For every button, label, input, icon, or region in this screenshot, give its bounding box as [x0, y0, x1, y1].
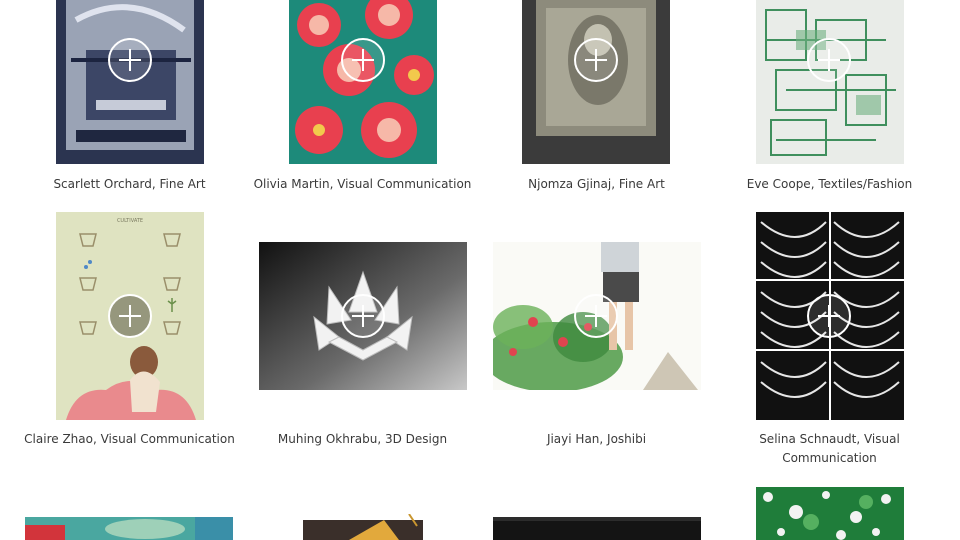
plus-circle-icon[interactable] [108, 294, 152, 338]
textile-sample-image [756, 0, 904, 164]
plus-circle-icon[interactable] [341, 38, 385, 82]
floral-collage-image [289, 0, 437, 164]
artwork-caption[interactable]: Eve Coope, Textiles/Fashion [713, 175, 946, 194]
plus-circle-icon[interactable] [108, 38, 152, 82]
artwork-thumbnail[interactable] [756, 487, 904, 540]
dark-photo-image [493, 517, 701, 540]
artwork-caption[interactable]: Olivia Martin, Visual Communication [246, 175, 479, 194]
cyanotype-image [56, 0, 204, 164]
artwork-thumbnail[interactable] [493, 517, 701, 540]
artwork-gallery: Scarlett Orchard, Fine Art Olivia Martin… [0, 0, 960, 540]
print-artwork-image [522, 0, 670, 164]
artwork-caption[interactable]: Claire Zhao, Visual Communication [13, 430, 246, 449]
illustration-image [289, 514, 437, 540]
artwork-thumbnail[interactable] [522, 0, 670, 164]
artwork-thumbnail[interactable] [25, 517, 233, 540]
plus-circle-icon[interactable] [574, 294, 618, 338]
plus-circle-icon[interactable] [807, 294, 851, 338]
artwork-caption[interactable]: Selina Schnaudt, Visual Communication [713, 430, 946, 468]
poster-title: CULTIVATE [117, 218, 143, 224]
plus-circle-icon[interactable] [807, 38, 851, 82]
green-texture-image [756, 487, 904, 540]
plus-circle-icon[interactable] [574, 38, 618, 82]
painting-image [25, 517, 233, 540]
artwork-caption[interactable]: Muhing Okhrabu, 3D Design [246, 430, 479, 449]
artwork-caption[interactable]: Jiayi Han, Joshibi [480, 430, 713, 449]
plus-circle-icon[interactable] [341, 294, 385, 338]
artwork-thumbnail[interactable] [289, 514, 437, 540]
artwork-thumbnail[interactable] [289, 0, 437, 164]
artwork-thumbnail[interactable] [756, 0, 904, 164]
artwork-thumbnail[interactable] [56, 0, 204, 164]
artwork-caption[interactable]: Njomza Gjinaj, Fine Art [480, 175, 713, 194]
artwork-caption[interactable]: Scarlett Orchard, Fine Art [13, 175, 246, 194]
